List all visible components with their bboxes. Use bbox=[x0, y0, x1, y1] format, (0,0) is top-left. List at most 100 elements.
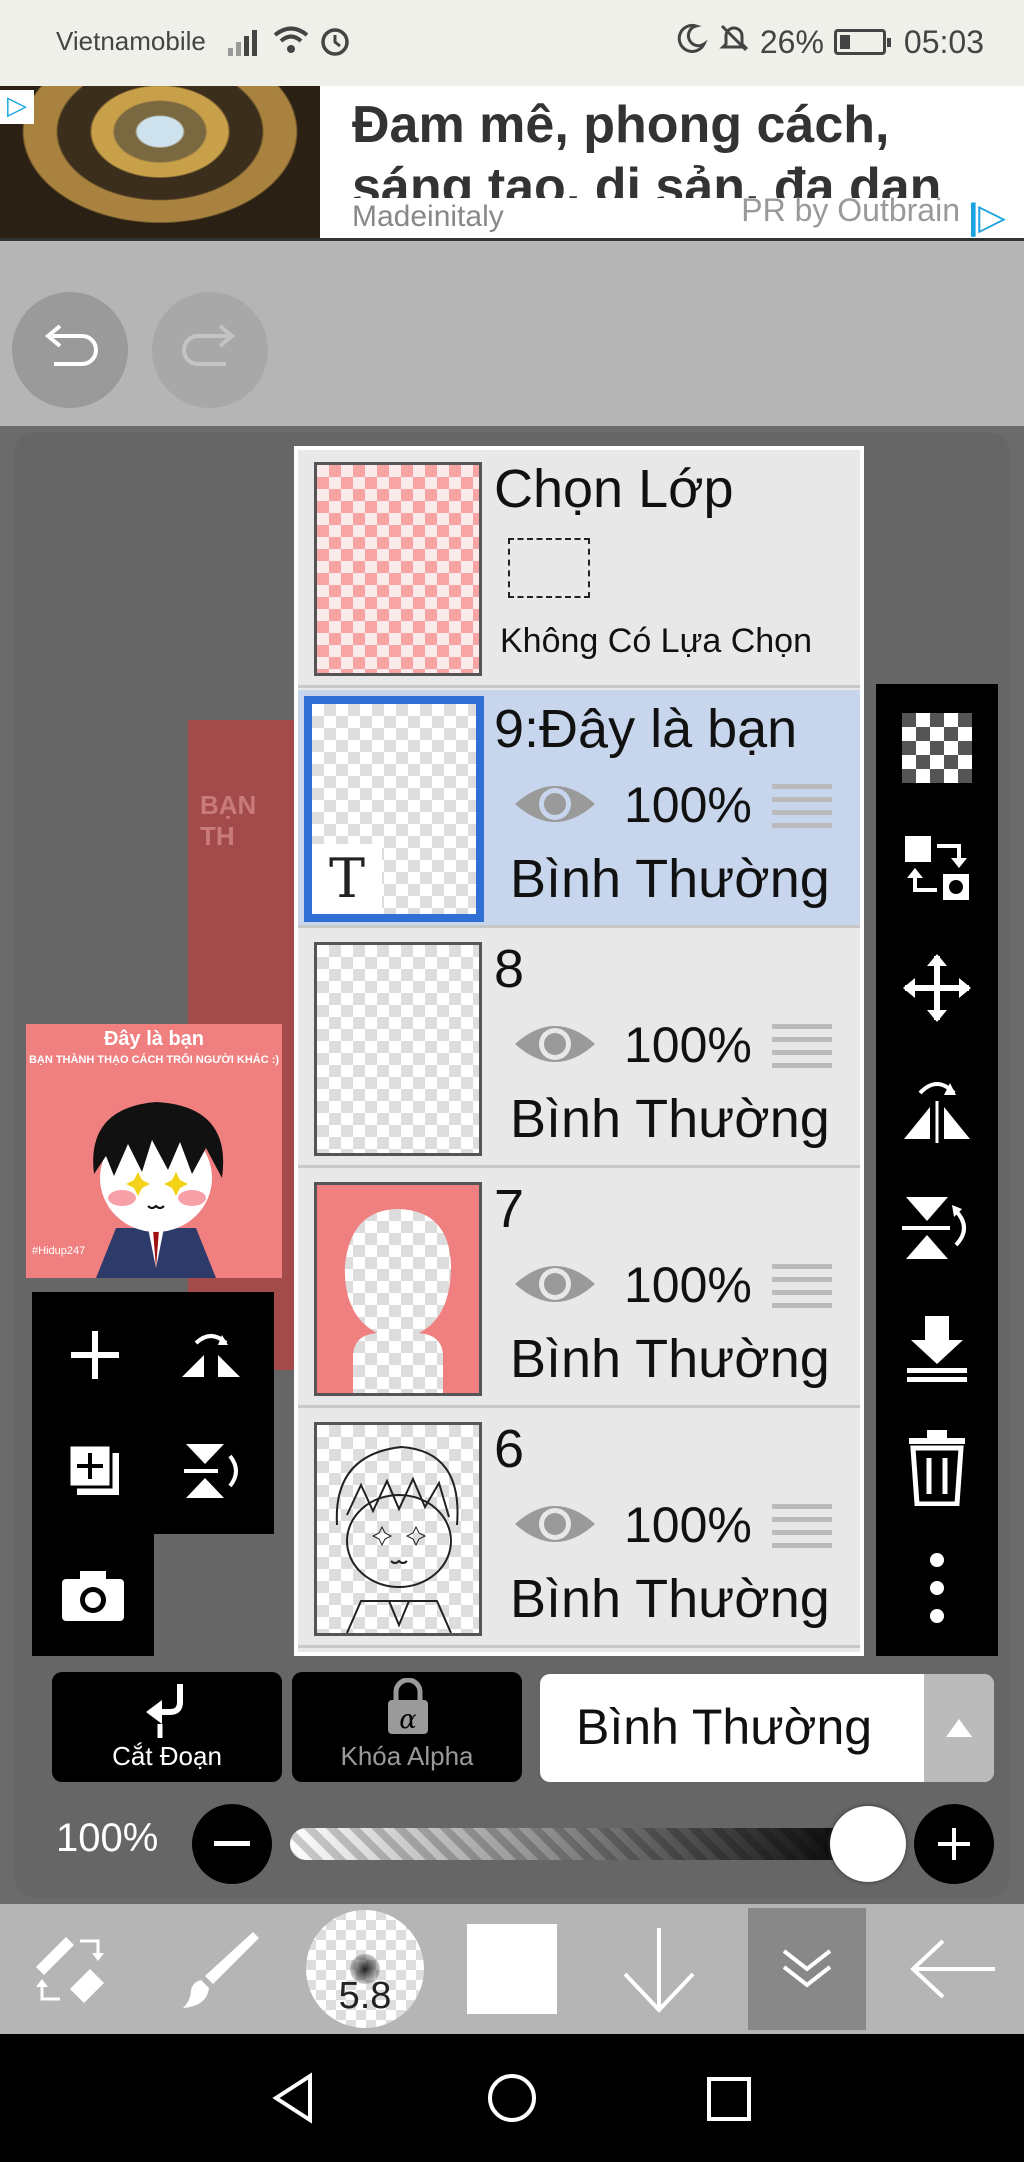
flip-layer-vertical-button[interactable] bbox=[876, 1168, 998, 1288]
nav-recents-button[interactable] bbox=[706, 2076, 752, 2127]
layer-opacity: 100% bbox=[624, 777, 752, 833]
brush-size-button[interactable]: 5.8 bbox=[300, 1904, 430, 2034]
brush-tool-button[interactable] bbox=[150, 1904, 290, 2034]
blend-mode-value: Bình Thường bbox=[576, 1699, 873, 1755]
opacity-decrease-button[interactable] bbox=[192, 1804, 272, 1884]
nav-back-button[interactable] bbox=[270, 2072, 316, 2129]
layer-thumb bbox=[314, 1182, 482, 1396]
arrow-down-icon bbox=[623, 1928, 695, 2013]
opacity-increase-button[interactable] bbox=[914, 1804, 994, 1884]
add-layer-copy-button[interactable] bbox=[40, 1416, 150, 1526]
mute-icon bbox=[718, 22, 750, 62]
bottom-toolbar: 5.8 bbox=[0, 1904, 1024, 2034]
redo-icon bbox=[182, 324, 236, 366]
plus-icon bbox=[938, 1828, 970, 1860]
color-button[interactable] bbox=[450, 1904, 574, 2034]
battery-percent: 26% bbox=[759, 23, 824, 60]
camera-button[interactable] bbox=[38, 1540, 148, 1650]
ad-brand: Madeinitaly bbox=[352, 200, 504, 233]
lock-icon: α bbox=[388, 1678, 428, 1735]
flip-vertical-icon bbox=[184, 1444, 238, 1498]
tool-switch-button[interactable] bbox=[0, 1904, 140, 2034]
selection-layer-row[interactable]: Chọn Lớp Không Có Lựa Chọn bbox=[298, 450, 860, 688]
layer-opacity: 100% bbox=[624, 1497, 752, 1553]
clock: 05:03 bbox=[903, 23, 984, 60]
thumb-watermark: #Hidup247 bbox=[32, 1245, 86, 1257]
layer-opacity: 100% bbox=[624, 1017, 752, 1073]
plus-icon bbox=[71, 1331, 119, 1379]
scroll-down-button[interactable] bbox=[594, 1904, 724, 2034]
canvas-thumbnail[interactable]: Đây là bạn BẠN THÀNH THẠO CÁCH TRỐI NGƯỜ… bbox=[26, 1024, 282, 1278]
flip-layer-horizontal-button[interactable] bbox=[876, 1048, 998, 1168]
layer-menu-button[interactable] bbox=[748, 1908, 866, 2030]
layer-blend: Bình Thường bbox=[510, 1569, 830, 1629]
transparency-button[interactable] bbox=[876, 688, 998, 808]
flip-vertical-button[interactable] bbox=[156, 1416, 266, 1526]
layer-row[interactable]: 7 100% Bình Thường bbox=[298, 1170, 860, 1408]
eye-icon[interactable] bbox=[512, 1258, 598, 1310]
nav-home-button[interactable] bbox=[486, 2072, 538, 2129]
layer-name: 6 bbox=[494, 1419, 525, 1479]
flip-horizontal-button[interactable] bbox=[156, 1300, 266, 1410]
nav-back-icon bbox=[272, 2072, 312, 2124]
clipping-button[interactable]: Cắt Đoạn bbox=[52, 1672, 282, 1782]
move-button[interactable] bbox=[876, 928, 998, 1048]
right-toolbar bbox=[876, 684, 998, 1656]
divider bbox=[0, 238, 1024, 278]
undo-icon bbox=[44, 324, 98, 366]
trash-icon bbox=[909, 1430, 965, 1506]
layer-list[interactable]: Chọn Lớp Không Có Lựa Chọn T 9:Đây là bạ… bbox=[294, 446, 864, 1656]
back-button[interactable] bbox=[884, 1904, 1024, 2034]
drag-handle-icon[interactable] bbox=[772, 1504, 832, 1550]
more-menu-button[interactable] bbox=[876, 1528, 998, 1648]
transfer-layer-button[interactable] bbox=[876, 808, 998, 928]
battery-icon bbox=[833, 29, 891, 55]
undo-button[interactable] bbox=[12, 292, 128, 408]
layer-row[interactable]: 6 100% Bình Thường bbox=[298, 1410, 860, 1648]
layer-name: 7 bbox=[494, 1179, 525, 1239]
alpha-lock-button[interactable]: α Khóa Alpha bbox=[292, 1672, 522, 1782]
eye-icon[interactable] bbox=[512, 1498, 598, 1550]
transfer-icon bbox=[905, 836, 969, 900]
brush-icon bbox=[183, 1932, 259, 2008]
nav-recents-icon bbox=[707, 2077, 751, 2121]
drag-handle-icon[interactable] bbox=[772, 1024, 832, 1070]
signal-icon bbox=[226, 28, 262, 65]
selection-layer-title: Chọn Lớp bbox=[494, 459, 734, 519]
layer-row[interactable]: 8 100% Bình Thường bbox=[298, 930, 860, 1168]
opacity-slider-knob[interactable] bbox=[830, 1806, 906, 1882]
opacity-slider[interactable] bbox=[290, 1828, 870, 1860]
layer-row[interactable]: T 9:Đây là bạn 100% Bình Thường bbox=[298, 690, 860, 928]
layer-name: 9:Đây là bạn bbox=[494, 699, 798, 759]
add-copy-icon bbox=[67, 1443, 119, 1495]
nav-home-icon bbox=[488, 2074, 536, 2122]
layer-opacity: 100% bbox=[624, 1257, 752, 1313]
clipping-label: Cắt Đoạn bbox=[112, 1741, 222, 1771]
flip-vertical-icon bbox=[902, 1197, 966, 1259]
layer-blend: Bình Thường bbox=[510, 1329, 830, 1389]
outbrain-icon[interactable]: |▷ bbox=[968, 196, 1006, 238]
drag-handle-icon[interactable] bbox=[772, 784, 832, 830]
layer-thumb: T bbox=[304, 696, 484, 922]
ad-image[interactable] bbox=[0, 86, 320, 238]
carrier-name: Vietnamobile bbox=[56, 26, 206, 56]
eye-icon[interactable] bbox=[512, 1018, 598, 1070]
add-layer-button[interactable] bbox=[40, 1300, 150, 1410]
clip-arrow-icon bbox=[146, 1684, 183, 1738]
delete-layer-button[interactable] bbox=[876, 1408, 998, 1528]
redo-button[interactable] bbox=[152, 292, 268, 408]
ad-banner[interactable]: ▷ Đam mê, phong cách, sáng tạo, di sản, … bbox=[0, 86, 1024, 238]
eye-icon[interactable] bbox=[512, 778, 598, 830]
triangle-up-icon bbox=[946, 1719, 972, 1737]
more-vertical-icon bbox=[930, 1553, 944, 1623]
blend-mode-select[interactable]: Bình Thường bbox=[540, 1674, 994, 1782]
layer-name: 8 bbox=[494, 939, 525, 999]
double-chevron-down-icon bbox=[782, 1949, 832, 1988]
merge-down-button[interactable] bbox=[876, 1288, 998, 1408]
drag-handle-icon[interactable] bbox=[772, 1264, 832, 1310]
blend-mode-dropdown-button[interactable] bbox=[924, 1674, 994, 1782]
ad-sponsor[interactable]: PR by Outbrain bbox=[741, 192, 960, 229]
adchoices-icon[interactable]: ▷ bbox=[0, 90, 34, 124]
canvas-peek-text: BẠN TH bbox=[200, 790, 257, 851]
ad-title[interactable]: Đam mê, phong cách, sáng tạo, di sản, đa… bbox=[352, 94, 1012, 198]
